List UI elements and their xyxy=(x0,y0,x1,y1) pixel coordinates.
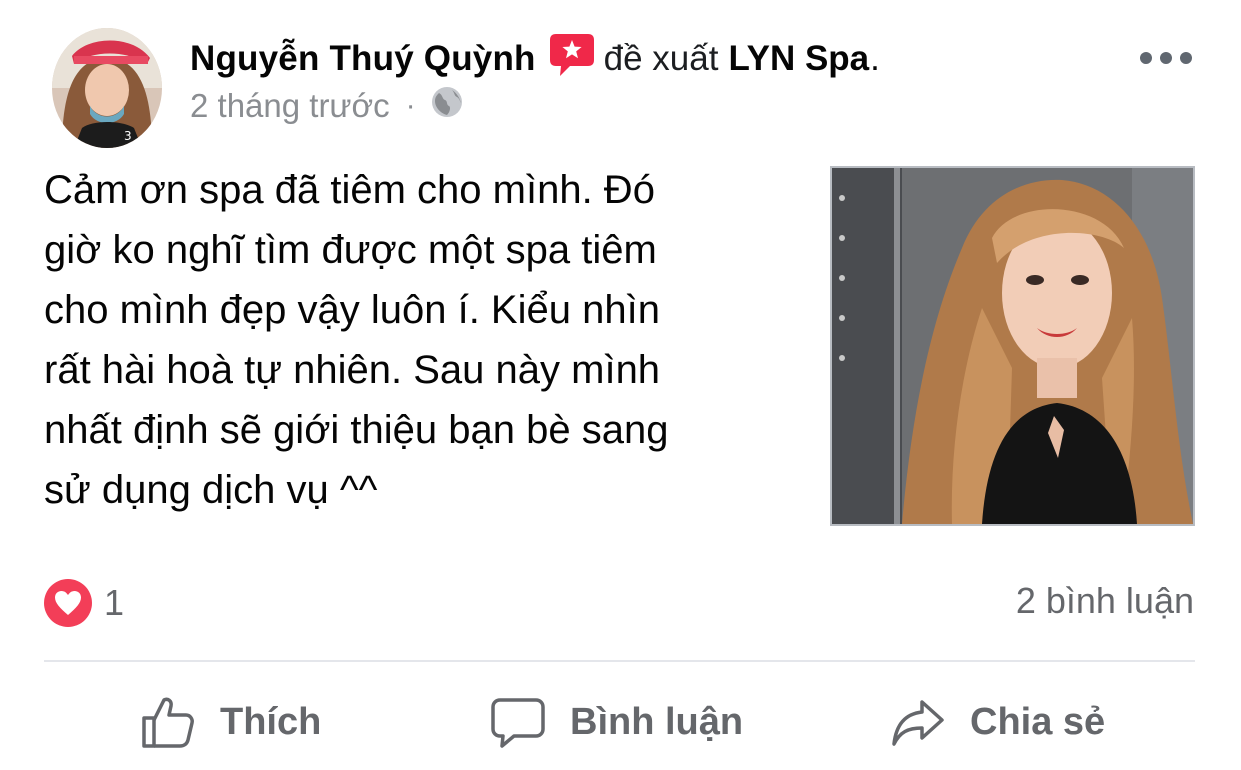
post-body-line: rất hài hoà tự nhiên. Sau này mình xyxy=(44,348,661,392)
author-name[interactable]: Nguyễn Thuý Quỳnh xyxy=(190,39,536,79)
share-button[interactable]: Chia sẻ xyxy=(890,690,1105,754)
comment-button[interactable]: Bình luận xyxy=(490,690,743,754)
post-body-line: Cảm ơn spa đã tiêm cho mình. Đó xyxy=(44,168,655,212)
recommend-verb: đề xuất xyxy=(603,39,719,78)
comments-count-link[interactable]: 2 bình luận xyxy=(1016,580,1194,622)
like-label: Thích xyxy=(220,700,322,743)
share-label: Chia sẻ xyxy=(970,700,1106,743)
comment-bubble-icon xyxy=(491,698,545,748)
actions-divider xyxy=(44,660,1195,662)
post-timestamp[interactable]: 2 tháng trước xyxy=(190,87,390,125)
post-body: Cảm ơn spa đã tiêm cho mình. Đó giờ ko n… xyxy=(44,160,814,520)
recommend-icon xyxy=(548,32,596,78)
post-body-line: cho mình đẹp vậy luôn í. Kiểu nhìn xyxy=(44,288,660,332)
post-body-line: nhất định sẽ giới thiệu bạn bè sang xyxy=(44,408,669,452)
like-button[interactable]: Thích xyxy=(140,690,321,754)
header-period: . xyxy=(870,39,880,78)
more-dot xyxy=(1180,52,1192,64)
reactions-summary[interactable]: 1 xyxy=(44,578,124,628)
post-body-line: sử dụng dịch vụ ^^ xyxy=(44,468,378,512)
meta-separator: · xyxy=(405,89,416,122)
more-options-icon[interactable] xyxy=(1140,48,1192,68)
post-meta: 2 tháng trước · xyxy=(190,86,464,126)
comment-label: Bình luận xyxy=(570,700,744,743)
more-dot xyxy=(1140,52,1152,64)
post-photo[interactable] xyxy=(830,166,1195,526)
more-dot xyxy=(1160,52,1172,64)
post-body-line: giờ ko nghĩ tìm được một spa tiêm xyxy=(44,228,657,272)
love-reaction-icon xyxy=(44,579,92,627)
page-name-link[interactable]: LYN Spa xyxy=(728,39,869,79)
share-arrow-icon xyxy=(892,700,944,746)
post-header: Nguyễn Thuý Quỳnh đề xuất LYN Spa . xyxy=(190,34,880,82)
thumbs-up-icon xyxy=(142,697,194,748)
svg-text:3: 3 xyxy=(124,129,132,143)
reaction-count: 1 xyxy=(104,582,125,623)
globe-icon xyxy=(430,85,464,127)
author-avatar[interactable]: 3 xyxy=(52,28,162,148)
